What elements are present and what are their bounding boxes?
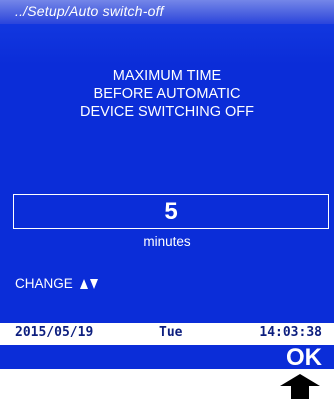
up-down-arrows-icon — [79, 278, 98, 289]
status-date: 2015/05/19 — [15, 325, 94, 340]
status-bar: 2015/05/19 Tue 14:03:38 — [0, 323, 334, 345]
value-field[interactable]: 5 — [13, 194, 329, 229]
breadcrumb: ../Setup/Auto switch-off — [15, 3, 164, 19]
unit-label: minutes — [143, 234, 191, 249]
status-time: 14:03:38 — [259, 325, 322, 340]
heading-line-2: BEFORE AUTOMATIC — [93, 86, 241, 102]
value-text: 5 — [164, 198, 178, 225]
change-button[interactable]: CHANGE — [15, 276, 98, 291]
ok-softkey[interactable]: OK — [286, 344, 322, 369]
up-arrow-icon — [280, 374, 320, 404]
header-band — [0, 24, 334, 64]
softkey-bar: OK — [0, 344, 334, 369]
status-day: Tue — [159, 325, 183, 340]
setting-description: MAXIMUM TIME BEFORE AUTOMATIC DEVICE SWI… — [0, 67, 334, 121]
heading-line-3: DEVICE SWITCHING OFF — [80, 104, 254, 120]
title-bar: ../Setup/Auto switch-off — [0, 0, 334, 24]
device-screen: ../Setup/Auto switch-off MAXIMUM TIME BE… — [0, 0, 334, 369]
change-label: CHANGE — [15, 276, 73, 291]
heading-line-1: MAXIMUM TIME — [112, 68, 222, 84]
